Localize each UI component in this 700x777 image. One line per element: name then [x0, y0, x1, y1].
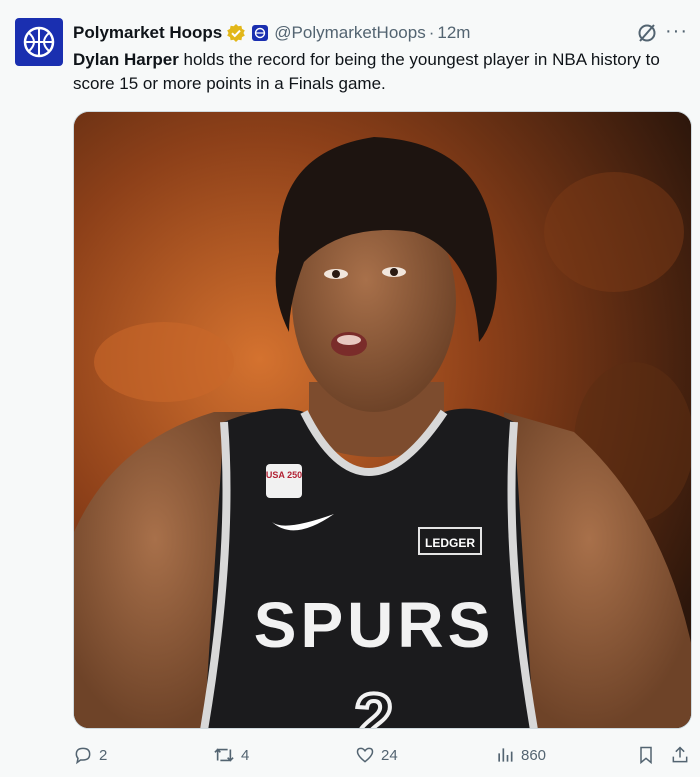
- grok-icon[interactable]: [636, 22, 658, 49]
- reply-button[interactable]: 2: [73, 745, 107, 765]
- player-photo: USA 250 LEDGER SPURS 2: [74, 112, 691, 729]
- more-options-icon[interactable]: ···: [665, 20, 688, 43]
- heart-icon: [356, 747, 374, 763]
- handle[interactable]: @PolymarketHoops: [274, 23, 425, 43]
- verified-badge-icon[interactable]: [226, 23, 246, 43]
- tweet-text: Dylan Harper holds the record for being …: [73, 48, 693, 96]
- separator-dot: ·: [428, 23, 435, 42]
- share-icon: [672, 746, 688, 763]
- tweet-text-bold-name[interactable]: Dylan Harper: [73, 50, 179, 69]
- basketball-logo-icon: [23, 26, 55, 58]
- tweet[interactable]: Polymarket Hoops @PolymarketHoops · 12m …: [0, 0, 700, 777]
- display-name[interactable]: Polymarket Hoops: [73, 23, 222, 43]
- view-count: 860: [521, 746, 547, 764]
- reply-count: 2: [99, 746, 108, 764]
- repost-button[interactable]: 4: [213, 745, 249, 765]
- affiliate-badge-icon[interactable]: [252, 25, 269, 41]
- reply-icon: [75, 747, 91, 765]
- jersey-number-text: 2: [355, 679, 394, 729]
- jersey-patch-text: USA 250: [266, 470, 302, 480]
- like-button[interactable]: 24: [355, 745, 398, 765]
- tweet-actions: 2 4 24 860: [73, 742, 693, 772]
- bookmark-button[interactable]: [636, 745, 656, 765]
- repost-count: 4: [241, 746, 250, 764]
- tweet-header: Polymarket Hoops @PolymarketHoops · 12m: [73, 20, 690, 46]
- bookmark-icon: [640, 746, 652, 765]
- avatar[interactable]: [15, 18, 63, 66]
- share-button[interactable]: [670, 745, 690, 765]
- tweet-photo[interactable]: USA 250 LEDGER SPURS 2: [73, 111, 692, 729]
- views-icon: [498, 748, 513, 762]
- views-button[interactable]: 860: [495, 745, 546, 765]
- jersey-team-text: SPURS: [254, 589, 495, 661]
- timestamp[interactable]: 12m: [437, 23, 470, 43]
- jersey-sponsor-text: LEDGER: [425, 536, 475, 550]
- repost-icon: [214, 748, 234, 762]
- like-count: 24: [381, 746, 398, 764]
